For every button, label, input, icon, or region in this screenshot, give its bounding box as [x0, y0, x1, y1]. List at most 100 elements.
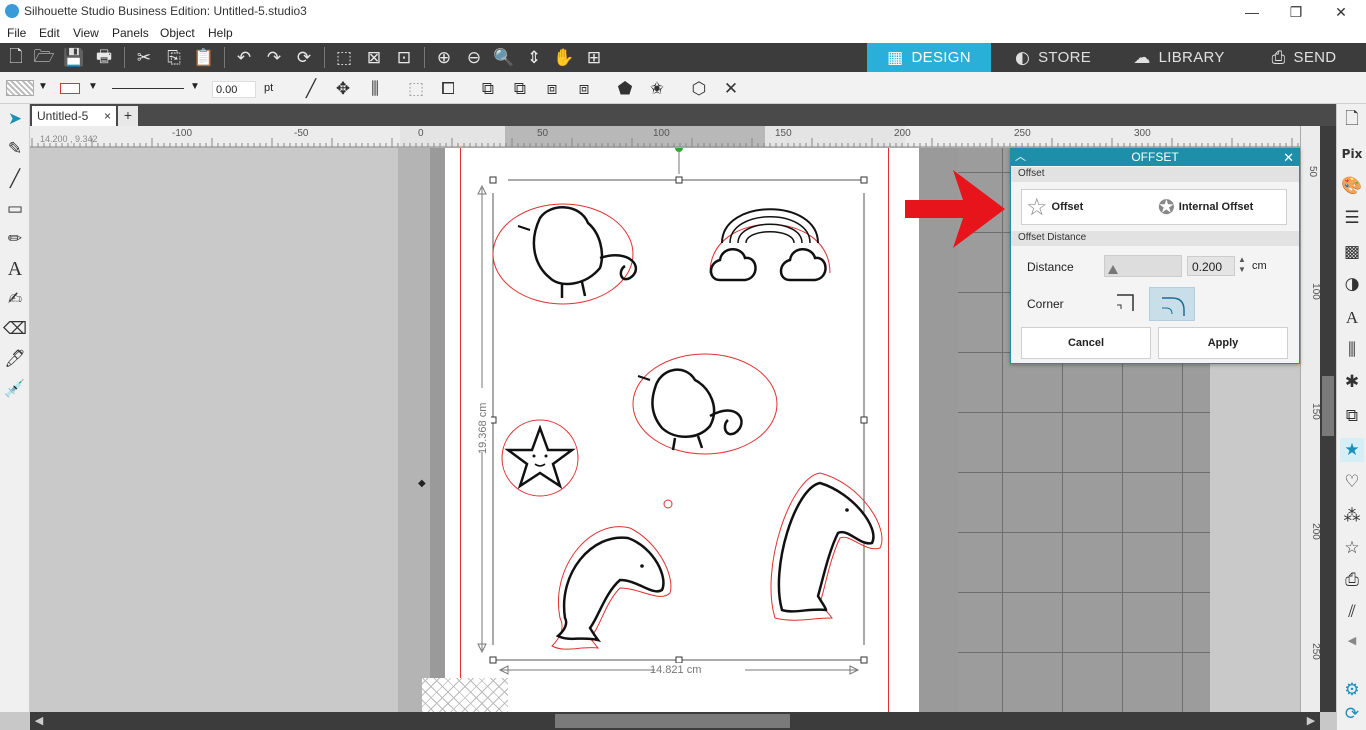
select-by-color-icon[interactable]: ⊡	[393, 47, 415, 69]
gradient-icon[interactable]: ◑	[1340, 272, 1364, 296]
zoom-out-icon[interactable]: ⊖	[463, 47, 485, 69]
undo-icon[interactable]: ↶	[233, 47, 255, 69]
star-outline-icon[interactable]: ☆	[1340, 536, 1364, 560]
replicate-icon[interactable]: ✱	[1340, 370, 1364, 394]
send-to-back-icon[interactable]: ⧉	[509, 78, 531, 100]
sharp-corner-icon[interactable]	[1115, 291, 1137, 313]
fill-pattern-swatch[interactable]	[6, 80, 34, 96]
paste-icon[interactable]: 📋	[193, 47, 215, 69]
knife-icon[interactable]: 🖊	[4, 348, 26, 370]
trace-icon[interactable]: ♡	[1340, 470, 1364, 494]
redo-icon[interactable]: ↷	[263, 47, 285, 69]
line-style-dropdown-icon[interactable]: ▼	[190, 81, 200, 92]
horizontal-scrollbar[interactable]: ◀ ▶	[30, 712, 1320, 730]
line-style-preview[interactable]	[112, 88, 184, 89]
round-corner-button[interactable]	[1149, 287, 1195, 321]
menu-object[interactable]: Object	[160, 26, 195, 40]
tab-design[interactable]: ▦ DESIGN	[867, 43, 991, 72]
menu-edit[interactable]: Edit	[39, 26, 60, 40]
tab-send[interactable]: ⎙ SEND	[1242, 43, 1366, 72]
menu-panels[interactable]: Panels	[112, 26, 149, 40]
vertical-scroll-thumb[interactable]	[1322, 376, 1334, 436]
fit-to-page-icon[interactable]: ⇕	[523, 47, 545, 69]
close-window-button[interactable]: ✕	[1318, 2, 1364, 22]
new-file-icon[interactable]: 🗋	[5, 47, 27, 69]
pixscan-icon[interactable]: Pix	[1340, 142, 1364, 166]
rectangle-icon[interactable]: ▭	[4, 198, 26, 220]
transform-icon[interactable]: ⧠	[437, 78, 459, 100]
text-style-icon[interactable]: A	[1340, 306, 1364, 330]
modify-panel-icon[interactable]: ⧉	[1340, 404, 1364, 428]
save-icon[interactable]: 💾	[63, 47, 85, 69]
sync-icon[interactable]: ⟳	[1340, 702, 1364, 726]
bring-to-front-icon[interactable]: ⧉	[477, 78, 499, 100]
move-icon[interactable]: ✥	[332, 78, 354, 100]
offset-panel-icon[interactable]: ★	[1340, 438, 1364, 462]
menu-file[interactable]: File	[7, 26, 26, 40]
tab-store[interactable]: ◐ STORE	[991, 43, 1115, 72]
design-artwork[interactable]	[470, 148, 890, 712]
add-tab-button[interactable]: +	[118, 106, 138, 126]
select-arrow-icon[interactable]: ➤	[4, 108, 26, 130]
cancel-button[interactable]: Cancel	[1021, 327, 1151, 359]
slider-knob[interactable]	[1108, 265, 1118, 274]
horizontal-scroll-thumb[interactable]	[555, 714, 790, 728]
cut-icon[interactable]: ✂	[133, 47, 155, 69]
line-tool-icon[interactable]: ╱	[300, 78, 322, 100]
modify-weld-icon[interactable]: ⬟	[614, 78, 636, 100]
scroll-right-icon[interactable]: ▶	[1304, 714, 1318, 728]
eyedropper-icon[interactable]: 💉	[4, 378, 26, 400]
line-style-icon[interactable]: ☰	[1340, 206, 1364, 230]
point-edit-icon[interactable]: ✎	[4, 138, 26, 160]
line-icon[interactable]: ╱	[4, 168, 26, 190]
line-width-input[interactable]: 0.00	[212, 81, 256, 98]
open-folder-icon[interactable]: 🗁	[33, 47, 55, 69]
distance-stepper[interactable]: ▲ ▼	[1238, 255, 1246, 275]
pencil-icon[interactable]: ✏	[4, 228, 26, 250]
internal-offset-button[interactable]: ✪ Internal Offset	[1158, 194, 1253, 220]
bring-forward-icon[interactable]: ⧈	[541, 78, 563, 100]
rhinestone-icon[interactable]: ⫽	[1340, 600, 1364, 624]
restore-button[interactable]: ❐	[1273, 2, 1319, 22]
zoom-in-icon[interactable]: ⊕	[433, 47, 455, 69]
scroll-left-icon[interactable]: ◀	[32, 714, 46, 728]
menu-help[interactable]: Help	[208, 26, 233, 40]
align-icon[interactable]: ⫼	[364, 78, 386, 100]
close-tab-icon[interactable]: ×	[104, 109, 111, 123]
collapse-panel-icon[interactable]: ◀	[1340, 628, 1364, 652]
menu-view[interactable]: View	[73, 26, 99, 40]
settings-gear-icon[interactable]: ⚙	[1340, 678, 1364, 702]
vertical-scrollbar[interactable]	[1320, 126, 1336, 712]
apply-button[interactable]: Apply	[1158, 327, 1288, 359]
send-backward-icon[interactable]: ⧈	[573, 78, 595, 100]
offset-star-icon[interactable]: ✬	[646, 78, 668, 100]
close-x-icon[interactable]: ✕	[720, 78, 742, 100]
zoom-fit-icon[interactable]: ⊞	[583, 47, 605, 69]
page-setup-icon[interactable]: 🗋	[1340, 108, 1364, 132]
eraser-icon[interactable]: ⌫	[3, 318, 27, 340]
tab-library[interactable]: ☁ LIBRARY	[1117, 43, 1241, 72]
align-panel-icon[interactable]: ⫼	[1340, 338, 1364, 362]
tab-untitled-5[interactable]: Untitled-5 ×	[32, 106, 116, 126]
fill-pattern-icon[interactable]: ▩	[1340, 240, 1364, 264]
group-icon[interactable]: ⬚	[405, 78, 427, 100]
collapse-panel-button[interactable]: ︿	[1015, 149, 1026, 166]
pan-hand-icon[interactable]: ✋	[553, 47, 575, 69]
fill-dropdown-icon[interactable]: ▼	[38, 81, 48, 92]
distance-input[interactable]: 0.200	[1187, 256, 1235, 276]
offset-button[interactable]: ☆ Offset	[1026, 193, 1083, 221]
send-panel-icon[interactable]: ⎙	[1340, 568, 1364, 592]
redraw-icon[interactable]: ⟳	[293, 47, 315, 69]
select-all-icon[interactable]: ⬚	[333, 47, 355, 69]
deselect-icon[interactable]: ⊠	[363, 47, 385, 69]
line-color-dropdown-icon[interactable]: ▼	[88, 81, 98, 92]
close-panel-button[interactable]: ✕	[1283, 149, 1294, 166]
3d-box-icon[interactable]: ⬡	[688, 78, 710, 100]
text-icon[interactable]: A	[4, 258, 26, 280]
zoom-select-icon[interactable]: 🔍	[493, 47, 515, 69]
distance-slider[interactable]	[1104, 255, 1182, 277]
sketch-panel-icon[interactable]: ⁂	[1340, 504, 1364, 528]
copy-icon[interactable]: ⎘	[163, 47, 185, 69]
line-color-swatch[interactable]	[60, 83, 80, 94]
sketch-icon[interactable]: ✍	[4, 288, 26, 310]
